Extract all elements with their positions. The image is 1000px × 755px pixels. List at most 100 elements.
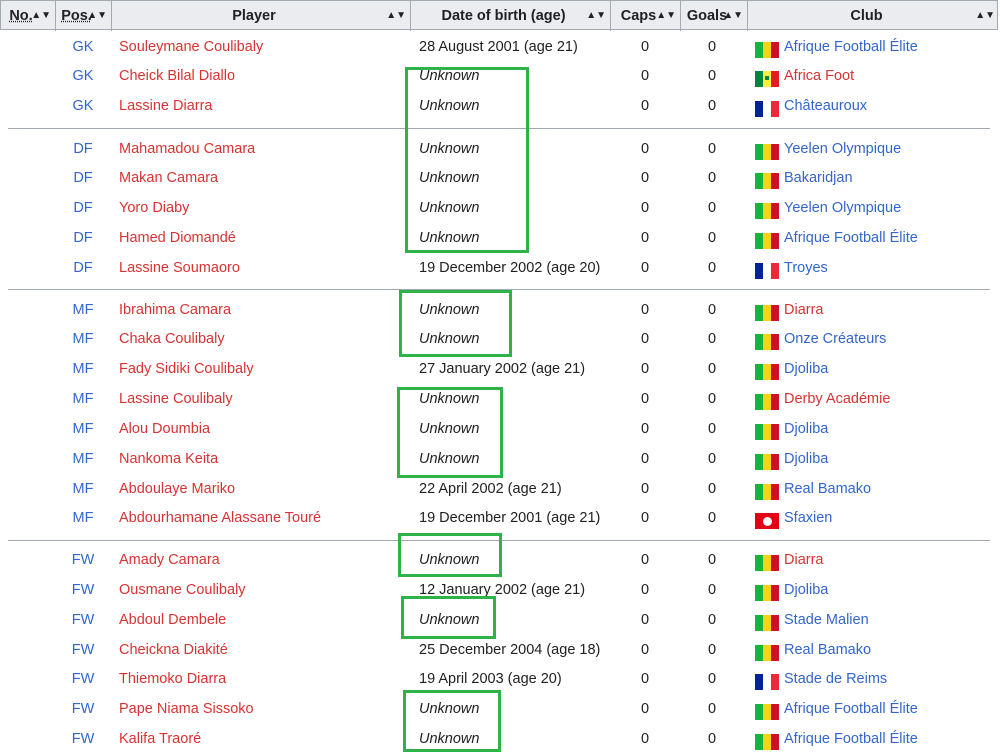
position-link[interactable]: MF — [60, 296, 106, 326]
club-link[interactable]: Afrique Football Élite — [784, 725, 918, 755]
table-header: No. ▲▼ Pos. ▲▼ Player ▲▼ Date of birth (… — [0, 0, 999, 31]
club-link[interactable]: Sfaxien — [784, 504, 832, 534]
col-header-player-label: Player — [232, 8, 276, 24]
player-link[interactable]: Cheickna Diakité — [119, 636, 228, 666]
table-row: GK Souleymane Coulibaly 28 August 2001 (ag… — [0, 33, 1000, 63]
flag-mali-icon — [755, 334, 779, 350]
position-link[interactable]: FW — [60, 636, 106, 666]
flag-stripe — [755, 585, 763, 601]
player-link[interactable]: Nankoma Keita — [119, 445, 218, 475]
player-link[interactable]: Abdourhamane Alassane Touré — [119, 504, 321, 534]
position-link[interactable]: MF — [60, 385, 106, 415]
player-link[interactable]: Thiemoko Diarra — [119, 665, 226, 695]
position-link[interactable]: FW — [60, 606, 106, 636]
sort-arrows-icon[interactable]: ▲▼ — [386, 1, 406, 31]
player-link[interactable]: Pape Niama Sissoko — [119, 695, 254, 725]
position-link[interactable]: GK — [60, 33, 106, 63]
player-link[interactable]: Abdoulaye Mariko — [119, 475, 235, 505]
player-link[interactable]: Ousmane Coulibaly — [119, 576, 246, 606]
club-link[interactable]: Stade Malien — [784, 606, 869, 636]
position-link[interactable]: FW — [60, 576, 106, 606]
caps-value: 0 — [640, 230, 650, 246]
player-link[interactable]: Yoro Diaby — [119, 194, 189, 224]
position-link[interactable]: DF — [60, 254, 106, 284]
club-link[interactable]: Diarra — [784, 546, 823, 576]
position-link[interactable]: GK — [60, 92, 106, 122]
col-header-pos[interactable]: Pos. ▲▼ — [56, 1, 112, 31]
club-link[interactable]: Afrique Football Élite — [784, 695, 918, 725]
position-link[interactable]: FW — [60, 546, 106, 576]
position-link[interactable]: DF — [60, 224, 106, 254]
goals-value: 0 — [707, 331, 717, 347]
player-link[interactable]: Kalifa Traoré — [119, 725, 201, 755]
player-link[interactable]: Amady Camara — [119, 546, 220, 576]
player-link[interactable]: Cheick Bilal Diallo — [119, 62, 235, 92]
club-link[interactable]: Africa Foot — [784, 62, 854, 92]
col-header-player[interactable]: Player ▲▼ — [112, 1, 411, 31]
flag-mali-icon — [755, 704, 779, 720]
club-link[interactable]: Afrique Football Élite — [784, 224, 918, 254]
table-row: FW Abdoul Dembele Unknown 0 0 Stade Malien — [0, 606, 1000, 636]
position-link[interactable]: FW — [60, 725, 106, 755]
club-link[interactable]: Onze Créateurs — [784, 325, 886, 355]
club-link[interactable]: Djoliba — [784, 415, 828, 445]
goals-value: 0 — [707, 612, 717, 628]
sort-arrows-icon[interactable]: ▲▼ — [656, 1, 676, 31]
club-link[interactable]: Yeelen Olympique — [784, 135, 901, 165]
player-link[interactable]: Mahamadou Camara — [119, 135, 255, 165]
caps-value: 0 — [640, 731, 650, 747]
club-link[interactable]: Afrique Football Élite — [784, 33, 918, 63]
player-link[interactable]: Abdoul Dembele — [119, 606, 226, 636]
player-link[interactable]: Chaka Coulibaly — [119, 325, 225, 355]
club-link[interactable]: Diarra — [784, 296, 823, 326]
player-link[interactable]: Ibrahima Camara — [119, 296, 231, 326]
position-link[interactable]: DF — [60, 135, 106, 165]
club-link[interactable]: Troyes — [784, 254, 828, 284]
position-link[interactable]: GK — [60, 62, 106, 92]
position-link[interactable]: MF — [60, 504, 106, 534]
sort-arrows-icon[interactable]: ▲▼ — [31, 1, 51, 31]
club-link[interactable]: Bakaridjan — [784, 164, 853, 194]
position-link[interactable]: MF — [60, 415, 106, 445]
player-link[interactable]: Makan Camara — [119, 164, 218, 194]
position-link[interactable]: MF — [60, 445, 106, 475]
col-header-caps[interactable]: Caps ▲▼ — [611, 1, 681, 31]
position-link[interactable]: DF — [60, 164, 106, 194]
flag-mali-icon — [755, 645, 779, 661]
caps-value: 0 — [640, 68, 650, 84]
position-link[interactable]: MF — [60, 475, 106, 505]
sort-arrows-icon[interactable]: ▲▼ — [586, 1, 606, 31]
col-header-dob[interactable]: Date of birth (age) ▲▼ — [411, 1, 611, 31]
club-link[interactable]: Djoliba — [784, 576, 828, 606]
club-link[interactable]: Derby Académie — [784, 385, 890, 415]
player-link[interactable]: Hamed Diomandé — [119, 224, 236, 254]
col-header-goals[interactable]: Goals ▲▼ — [681, 1, 748, 31]
position-link[interactable]: FW — [60, 695, 106, 725]
goals-value: 0 — [707, 510, 717, 526]
player-link[interactable]: Souleymane Coulibaly — [119, 33, 263, 63]
player-link[interactable]: Lassine Coulibaly — [119, 385, 233, 415]
goals-value: 0 — [707, 302, 717, 318]
club-link[interactable]: Châteauroux — [784, 92, 867, 122]
club-link[interactable]: Stade de Reims — [784, 665, 887, 695]
table-row: MF Abdoulaye Mariko 22 April 2002 (age 21)… — [0, 475, 1000, 505]
sort-arrows-icon[interactable]: ▲▼ — [975, 1, 995, 31]
position-link[interactable]: MF — [60, 325, 106, 355]
player-link[interactable]: Lassine Soumaoro — [119, 254, 240, 284]
position-link[interactable]: MF — [60, 355, 106, 385]
player-link[interactable]: Fady Sidiki Coulibaly — [119, 355, 254, 385]
flag-mali-icon — [755, 364, 779, 380]
club-link[interactable]: Yeelen Olympique — [784, 194, 901, 224]
player-link[interactable]: Alou Doumbia — [119, 415, 210, 445]
sort-arrows-icon[interactable]: ▲▼ — [87, 1, 107, 31]
position-link[interactable]: FW — [60, 665, 106, 695]
club-link[interactable]: Real Bamako — [784, 636, 871, 666]
col-header-club[interactable]: Club ▲▼ — [748, 1, 999, 31]
club-link[interactable]: Djoliba — [784, 355, 828, 385]
sort-arrows-icon[interactable]: ▲▼ — [723, 1, 743, 31]
club-link[interactable]: Real Bamako — [784, 475, 871, 505]
player-link[interactable]: Lassine Diarra — [119, 92, 213, 122]
col-header-no[interactable]: No. ▲▼ — [1, 1, 56, 31]
club-link[interactable]: Djoliba — [784, 445, 828, 475]
position-link[interactable]: DF — [60, 194, 106, 224]
